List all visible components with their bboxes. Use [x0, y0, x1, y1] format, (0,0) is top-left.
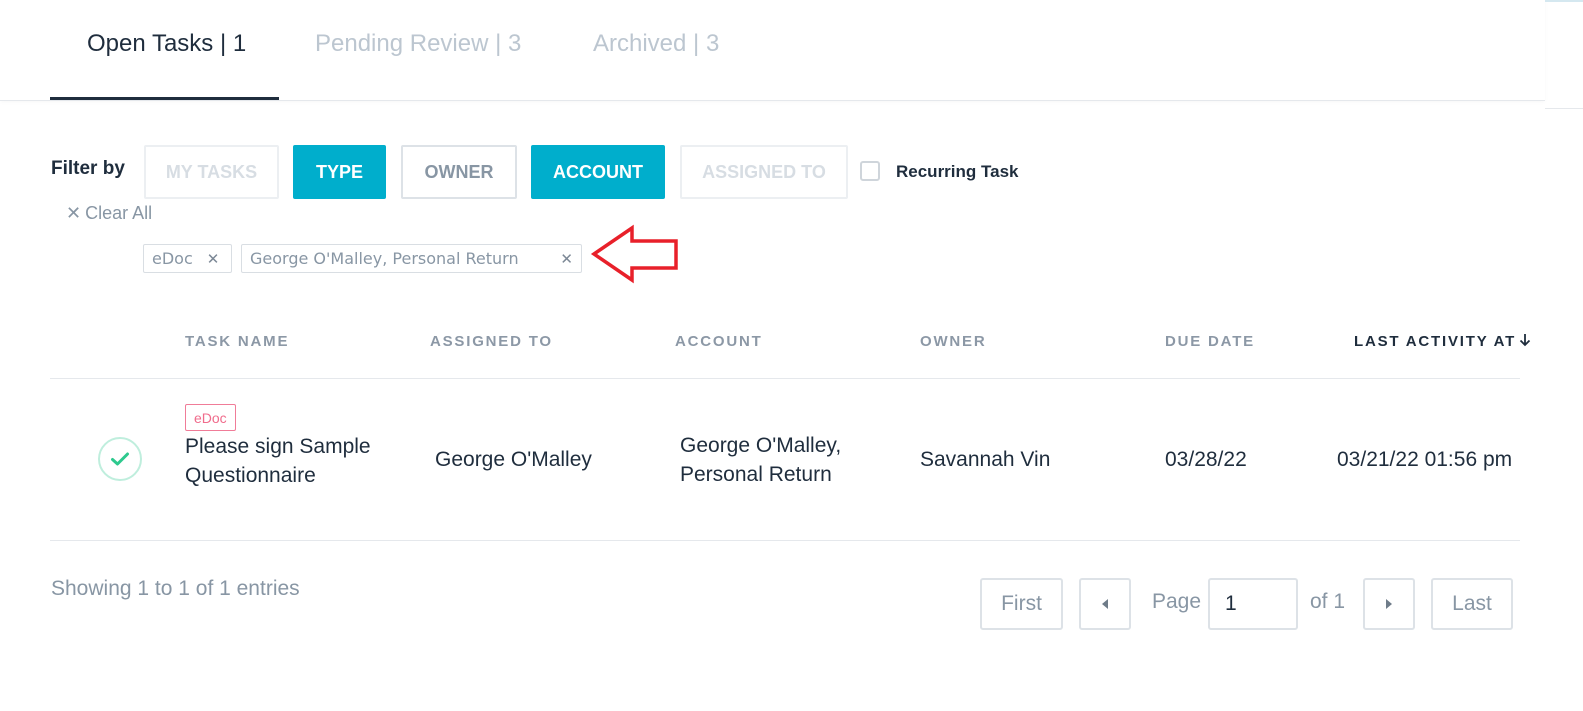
table-header-divider — [50, 378, 1520, 379]
tab-bar: Open Tasks | 1 Pending Review | 3 Archiv… — [0, 0, 1545, 101]
last-page-button[interactable]: Last — [1431, 578, 1513, 630]
tab-open-tasks[interactable]: Open Tasks | 1 — [87, 30, 246, 58]
tab-pending-review[interactable]: Pending Review | 3 — [315, 30, 521, 58]
clear-all-label: Clear All — [85, 203, 153, 223]
annotation-arrow-icon — [590, 224, 678, 284]
last-activity-cell: 03/21/22 01:56 pm — [1337, 448, 1513, 471]
page-number-input[interactable] — [1208, 578, 1298, 630]
due-date-cell: 03/28/22 — [1165, 448, 1247, 471]
remove-chip-close-icon[interactable]: ✕ — [560, 250, 573, 268]
filter-chip-account: George O'Malley, Personal Return ✕ — [241, 244, 582, 273]
account-cell: George O'Malley, Personal Return — [680, 434, 842, 486]
owner-filter-button[interactable]: OWNER — [401, 145, 517, 199]
filter-chip-type: eDoc ✕ — [143, 244, 232, 273]
caret-left-icon — [1102, 599, 1108, 609]
recurring-task-checkbox[interactable] — [860, 161, 880, 181]
window-edge-mark — [1545, 0, 1583, 2]
column-header-assigned-to[interactable]: ASSIGNED TO — [430, 333, 553, 350]
close-icon: ✕ — [66, 203, 82, 223]
assigned-to-filter-button[interactable]: ASSIGNED TO — [680, 145, 848, 199]
filter-by-label: Filter by — [51, 158, 125, 179]
page-count-label: of 1 — [1310, 590, 1346, 613]
check-icon — [111, 452, 129, 466]
window-edge-line — [1545, 108, 1583, 109]
column-header-label: LAST ACTIVITY AT — [1354, 333, 1517, 350]
table-bottom-divider — [50, 540, 1520, 541]
assigned-to-cell: George O'Malley — [435, 448, 592, 471]
next-page-button[interactable] — [1363, 578, 1415, 630]
page-label: Page — [1152, 590, 1202, 613]
tab-archived[interactable]: Archived | 3 — [593, 30, 719, 58]
column-header-owner[interactable]: OWNER — [920, 333, 987, 350]
first-page-button[interactable]: First — [980, 578, 1063, 630]
type-filter-button[interactable]: TYPE — [293, 145, 386, 199]
column-header-account[interactable]: ACCOUNT — [675, 333, 763, 350]
recurring-task-label: Recurring Task — [896, 162, 1019, 181]
column-header-last-activity[interactable]: LAST ACTIVITY AT — [1354, 333, 1531, 350]
active-tab-indicator — [50, 97, 279, 100]
my-tasks-filter-button[interactable]: MY TASKS — [144, 145, 279, 199]
task-type-badge: eDoc — [185, 404, 236, 431]
filter-chip-label: George O'Malley, Personal Return — [250, 249, 519, 268]
column-header-task-name[interactable]: TASK NAME — [185, 333, 289, 350]
arrow-down-icon — [1520, 334, 1531, 347]
owner-cell: Savannah Vin — [920, 448, 1051, 471]
entries-count: Showing 1 to 1 of 1 entries — [51, 577, 300, 600]
clear-all-button[interactable]: ✕ Clear All — [66, 203, 152, 224]
task-name-link[interactable]: Please sign Sample Questionnaire — [185, 432, 410, 490]
remove-chip-close-icon[interactable]: ✕ — [207, 250, 220, 268]
task-complete-toggle[interactable] — [98, 437, 142, 481]
filter-chip-label: eDoc — [152, 249, 193, 268]
column-header-due-date[interactable]: DUE DATE — [1165, 333, 1255, 350]
account-filter-button[interactable]: ACCOUNT — [531, 145, 665, 199]
caret-right-icon — [1386, 599, 1392, 609]
previous-page-button[interactable] — [1079, 578, 1131, 630]
